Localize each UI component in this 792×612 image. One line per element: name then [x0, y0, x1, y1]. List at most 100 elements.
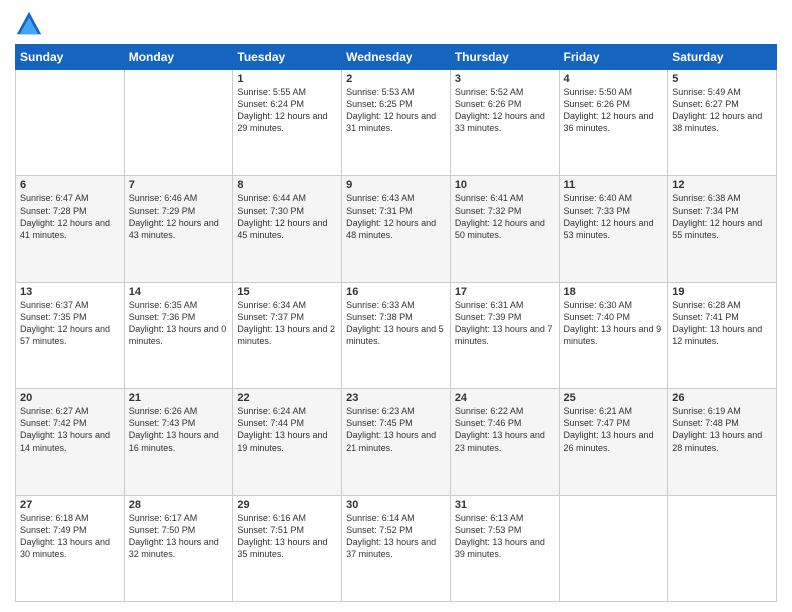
- page: SundayMondayTuesdayWednesdayThursdayFrid…: [0, 0, 792, 612]
- day-number: 22: [237, 392, 337, 404]
- day-number: 1: [237, 73, 337, 85]
- day-number: 24: [455, 392, 555, 404]
- day-number: 7: [129, 179, 229, 191]
- calendar-cell: 24Sunrise: 6:22 AM Sunset: 7:46 PM Dayli…: [450, 389, 559, 495]
- calendar-cell: 30Sunrise: 6:14 AM Sunset: 7:52 PM Dayli…: [342, 495, 451, 601]
- day-info: Sunrise: 5:52 AM Sunset: 6:26 PM Dayligh…: [455, 86, 555, 135]
- day-info: Sunrise: 6:47 AM Sunset: 7:28 PM Dayligh…: [20, 192, 120, 241]
- day-number: 31: [455, 499, 555, 511]
- day-number: 4: [564, 73, 664, 85]
- calendar-week-1: 1Sunrise: 5:55 AM Sunset: 6:24 PM Daylig…: [16, 70, 777, 176]
- day-header-tuesday: Tuesday: [233, 45, 342, 70]
- day-number: 3: [455, 73, 555, 85]
- day-info: Sunrise: 6:34 AM Sunset: 7:37 PM Dayligh…: [237, 299, 337, 348]
- calendar-cell: 28Sunrise: 6:17 AM Sunset: 7:50 PM Dayli…: [124, 495, 233, 601]
- calendar-cell: [668, 495, 777, 601]
- calendar-cell: [16, 70, 125, 176]
- logo: [15, 10, 47, 38]
- day-info: Sunrise: 6:41 AM Sunset: 7:32 PM Dayligh…: [455, 192, 555, 241]
- day-number: 18: [564, 286, 664, 298]
- calendar-cell: 22Sunrise: 6:24 AM Sunset: 7:44 PM Dayli…: [233, 389, 342, 495]
- day-info: Sunrise: 5:53 AM Sunset: 6:25 PM Dayligh…: [346, 86, 446, 135]
- calendar-cell: 20Sunrise: 6:27 AM Sunset: 7:42 PM Dayli…: [16, 389, 125, 495]
- calendar-table: SundayMondayTuesdayWednesdayThursdayFrid…: [15, 44, 777, 602]
- day-header-friday: Friday: [559, 45, 668, 70]
- day-number: 25: [564, 392, 664, 404]
- day-number: 28: [129, 499, 229, 511]
- day-number: 30: [346, 499, 446, 511]
- day-info: Sunrise: 6:22 AM Sunset: 7:46 PM Dayligh…: [455, 405, 555, 454]
- calendar-cell: 25Sunrise: 6:21 AM Sunset: 7:47 PM Dayli…: [559, 389, 668, 495]
- day-header-monday: Monday: [124, 45, 233, 70]
- calendar-cell: 18Sunrise: 6:30 AM Sunset: 7:40 PM Dayli…: [559, 282, 668, 388]
- day-number: 8: [237, 179, 337, 191]
- calendar-cell: 31Sunrise: 6:13 AM Sunset: 7:53 PM Dayli…: [450, 495, 559, 601]
- calendar-cell: 13Sunrise: 6:37 AM Sunset: 7:35 PM Dayli…: [16, 282, 125, 388]
- day-info: Sunrise: 6:24 AM Sunset: 7:44 PM Dayligh…: [237, 405, 337, 454]
- day-number: 26: [672, 392, 772, 404]
- day-number: 5: [672, 73, 772, 85]
- day-info: Sunrise: 5:50 AM Sunset: 6:26 PM Dayligh…: [564, 86, 664, 135]
- day-number: 12: [672, 179, 772, 191]
- calendar-cell: 1Sunrise: 5:55 AM Sunset: 6:24 PM Daylig…: [233, 70, 342, 176]
- day-info: Sunrise: 6:16 AM Sunset: 7:51 PM Dayligh…: [237, 512, 337, 561]
- calendar-cell: 5Sunrise: 5:49 AM Sunset: 6:27 PM Daylig…: [668, 70, 777, 176]
- day-number: 14: [129, 286, 229, 298]
- calendar-cell: 8Sunrise: 6:44 AM Sunset: 7:30 PM Daylig…: [233, 176, 342, 282]
- calendar-cell: 17Sunrise: 6:31 AM Sunset: 7:39 PM Dayli…: [450, 282, 559, 388]
- day-info: Sunrise: 6:37 AM Sunset: 7:35 PM Dayligh…: [20, 299, 120, 348]
- day-info: Sunrise: 6:19 AM Sunset: 7:48 PM Dayligh…: [672, 405, 772, 454]
- day-number: 17: [455, 286, 555, 298]
- calendar-week-3: 13Sunrise: 6:37 AM Sunset: 7:35 PM Dayli…: [16, 282, 777, 388]
- day-info: Sunrise: 6:33 AM Sunset: 7:38 PM Dayligh…: [346, 299, 446, 348]
- day-number: 11: [564, 179, 664, 191]
- calendar-cell: 23Sunrise: 6:23 AM Sunset: 7:45 PM Dayli…: [342, 389, 451, 495]
- day-info: Sunrise: 6:38 AM Sunset: 7:34 PM Dayligh…: [672, 192, 772, 241]
- calendar-week-2: 6Sunrise: 6:47 AM Sunset: 7:28 PM Daylig…: [16, 176, 777, 282]
- day-info: Sunrise: 6:21 AM Sunset: 7:47 PM Dayligh…: [564, 405, 664, 454]
- calendar-cell: 19Sunrise: 6:28 AM Sunset: 7:41 PM Dayli…: [668, 282, 777, 388]
- day-number: 20: [20, 392, 120, 404]
- day-info: Sunrise: 6:18 AM Sunset: 7:49 PM Dayligh…: [20, 512, 120, 561]
- day-number: 16: [346, 286, 446, 298]
- calendar-cell: 10Sunrise: 6:41 AM Sunset: 7:32 PM Dayli…: [450, 176, 559, 282]
- day-number: 19: [672, 286, 772, 298]
- day-header-wednesday: Wednesday: [342, 45, 451, 70]
- calendar-cell: 14Sunrise: 6:35 AM Sunset: 7:36 PM Dayli…: [124, 282, 233, 388]
- calendar-cell: 7Sunrise: 6:46 AM Sunset: 7:29 PM Daylig…: [124, 176, 233, 282]
- day-info: Sunrise: 6:23 AM Sunset: 7:45 PM Dayligh…: [346, 405, 446, 454]
- day-number: 27: [20, 499, 120, 511]
- day-info: Sunrise: 6:27 AM Sunset: 7:42 PM Dayligh…: [20, 405, 120, 454]
- calendar-cell: 27Sunrise: 6:18 AM Sunset: 7:49 PM Dayli…: [16, 495, 125, 601]
- day-number: 23: [346, 392, 446, 404]
- day-header-sunday: Sunday: [16, 45, 125, 70]
- day-number: 21: [129, 392, 229, 404]
- calendar-cell: 4Sunrise: 5:50 AM Sunset: 6:26 PM Daylig…: [559, 70, 668, 176]
- calendar-cell: 15Sunrise: 6:34 AM Sunset: 7:37 PM Dayli…: [233, 282, 342, 388]
- day-info: Sunrise: 6:35 AM Sunset: 7:36 PM Dayligh…: [129, 299, 229, 348]
- day-info: Sunrise: 6:30 AM Sunset: 7:40 PM Dayligh…: [564, 299, 664, 348]
- calendar-cell: 11Sunrise: 6:40 AM Sunset: 7:33 PM Dayli…: [559, 176, 668, 282]
- calendar-cell: 2Sunrise: 5:53 AM Sunset: 6:25 PM Daylig…: [342, 70, 451, 176]
- day-header-saturday: Saturday: [668, 45, 777, 70]
- day-number: 15: [237, 286, 337, 298]
- calendar-cell: 9Sunrise: 6:43 AM Sunset: 7:31 PM Daylig…: [342, 176, 451, 282]
- day-info: Sunrise: 6:13 AM Sunset: 7:53 PM Dayligh…: [455, 512, 555, 561]
- calendar-cell: [124, 70, 233, 176]
- calendar-cell: 6Sunrise: 6:47 AM Sunset: 7:28 PM Daylig…: [16, 176, 125, 282]
- calendar-cell: 12Sunrise: 6:38 AM Sunset: 7:34 PM Dayli…: [668, 176, 777, 282]
- day-info: Sunrise: 6:43 AM Sunset: 7:31 PM Dayligh…: [346, 192, 446, 241]
- day-number: 9: [346, 179, 446, 191]
- calendar-cell: 16Sunrise: 6:33 AM Sunset: 7:38 PM Dayli…: [342, 282, 451, 388]
- day-info: Sunrise: 6:28 AM Sunset: 7:41 PM Dayligh…: [672, 299, 772, 348]
- calendar-header-row: SundayMondayTuesdayWednesdayThursdayFrid…: [16, 45, 777, 70]
- day-info: Sunrise: 6:40 AM Sunset: 7:33 PM Dayligh…: [564, 192, 664, 241]
- day-info: Sunrise: 6:46 AM Sunset: 7:29 PM Dayligh…: [129, 192, 229, 241]
- header: [15, 10, 777, 38]
- day-info: Sunrise: 6:44 AM Sunset: 7:30 PM Dayligh…: [237, 192, 337, 241]
- calendar-cell: [559, 495, 668, 601]
- day-info: Sunrise: 6:17 AM Sunset: 7:50 PM Dayligh…: [129, 512, 229, 561]
- day-number: 29: [237, 499, 337, 511]
- day-header-thursday: Thursday: [450, 45, 559, 70]
- day-number: 10: [455, 179, 555, 191]
